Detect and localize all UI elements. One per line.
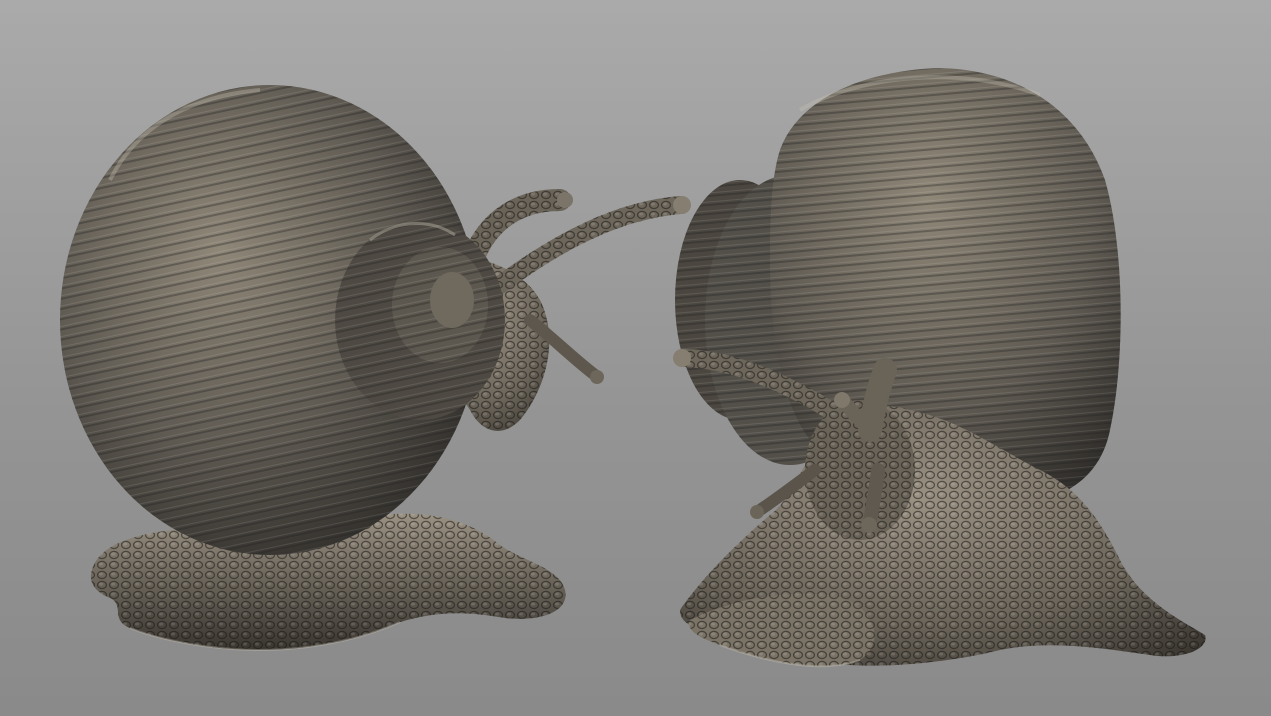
- render-canvas: [0, 0, 1271, 716]
- render-viewport: [0, 0, 1271, 716]
- left-snail-shell-spiral: [335, 220, 505, 420]
